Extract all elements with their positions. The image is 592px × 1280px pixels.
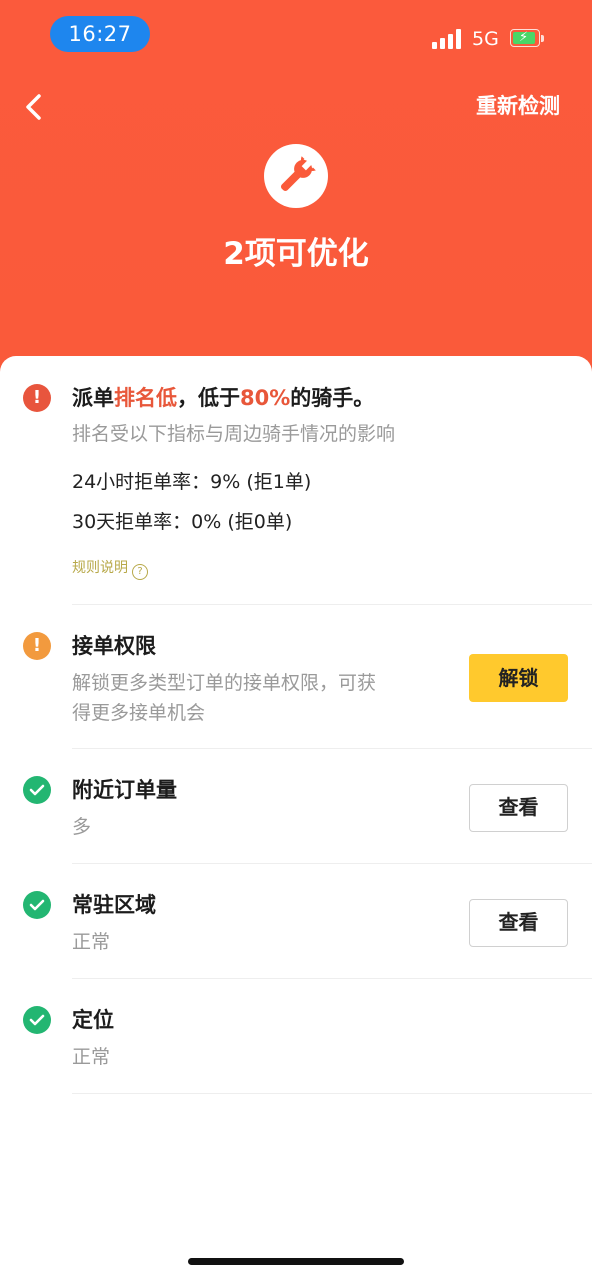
metric-30d-reject-rate: 30天拒单率：0% (拒0单) xyxy=(72,511,293,533)
diagnosis-card: ! 派单排名低，低于80%的骑手。 排名受以下指标与周边骑手情况的影响 24小时… xyxy=(0,356,592,1280)
item-title: 附近订单量 xyxy=(72,778,177,802)
divider xyxy=(72,863,592,864)
divider xyxy=(72,604,592,605)
divider xyxy=(72,748,592,749)
item-subtitle: 多 xyxy=(72,816,92,838)
network-label: 5G xyxy=(472,28,499,50)
header: 16:27 5G ⚡ 重新检测 2项可优化 xyxy=(0,0,592,400)
status-time: 16:27 xyxy=(50,16,150,52)
check-green-icon xyxy=(23,1006,51,1034)
wrench-icon xyxy=(264,144,328,208)
item-subtitle-line1: 解锁更多类型订单的接单权限，可获 xyxy=(72,672,377,694)
view-resident-area-button[interactable]: 查看 xyxy=(469,899,568,947)
chevron-left-icon xyxy=(26,94,41,120)
signal-icon xyxy=(432,29,464,49)
check-green-icon xyxy=(23,776,51,804)
check-green-icon xyxy=(23,891,51,919)
ranking-subtitle: 排名受以下指标与周边骑手情况的影响 xyxy=(72,423,396,445)
recheck-button[interactable]: 重新检测 xyxy=(476,92,560,120)
home-indicator[interactable] xyxy=(188,1258,404,1265)
divider xyxy=(72,978,592,979)
ranking-title: 派单排名低，低于80%的骑手。 xyxy=(72,386,375,410)
item-title: 常驻区域 xyxy=(72,893,156,917)
back-button[interactable] xyxy=(18,88,52,126)
metric-24h-reject-rate: 24小时拒单率：9% (拒1单) xyxy=(72,471,312,493)
alert-orange-icon: ! xyxy=(23,632,51,660)
item-subtitle: 正常 xyxy=(72,1046,111,1068)
unlock-button[interactable]: 解锁 xyxy=(469,654,568,702)
view-nearby-orders-button[interactable]: 查看 xyxy=(469,784,568,832)
divider xyxy=(72,1093,592,1094)
page-title: 2项可优化 xyxy=(223,236,369,272)
item-title: 定位 xyxy=(72,1008,114,1032)
status-bar: 16:27 5G ⚡ xyxy=(0,0,592,70)
battery-icon: ⚡ xyxy=(510,29,544,49)
question-circle-icon: ? xyxy=(132,564,148,580)
item-subtitle: 正常 xyxy=(72,931,111,953)
alert-red-icon: ! xyxy=(23,384,51,412)
item-title: 接单权限 xyxy=(72,634,156,658)
item-subtitle-line2: 得更多接单机会 xyxy=(72,702,206,724)
rules-link[interactable]: 规则说明? xyxy=(72,558,148,580)
